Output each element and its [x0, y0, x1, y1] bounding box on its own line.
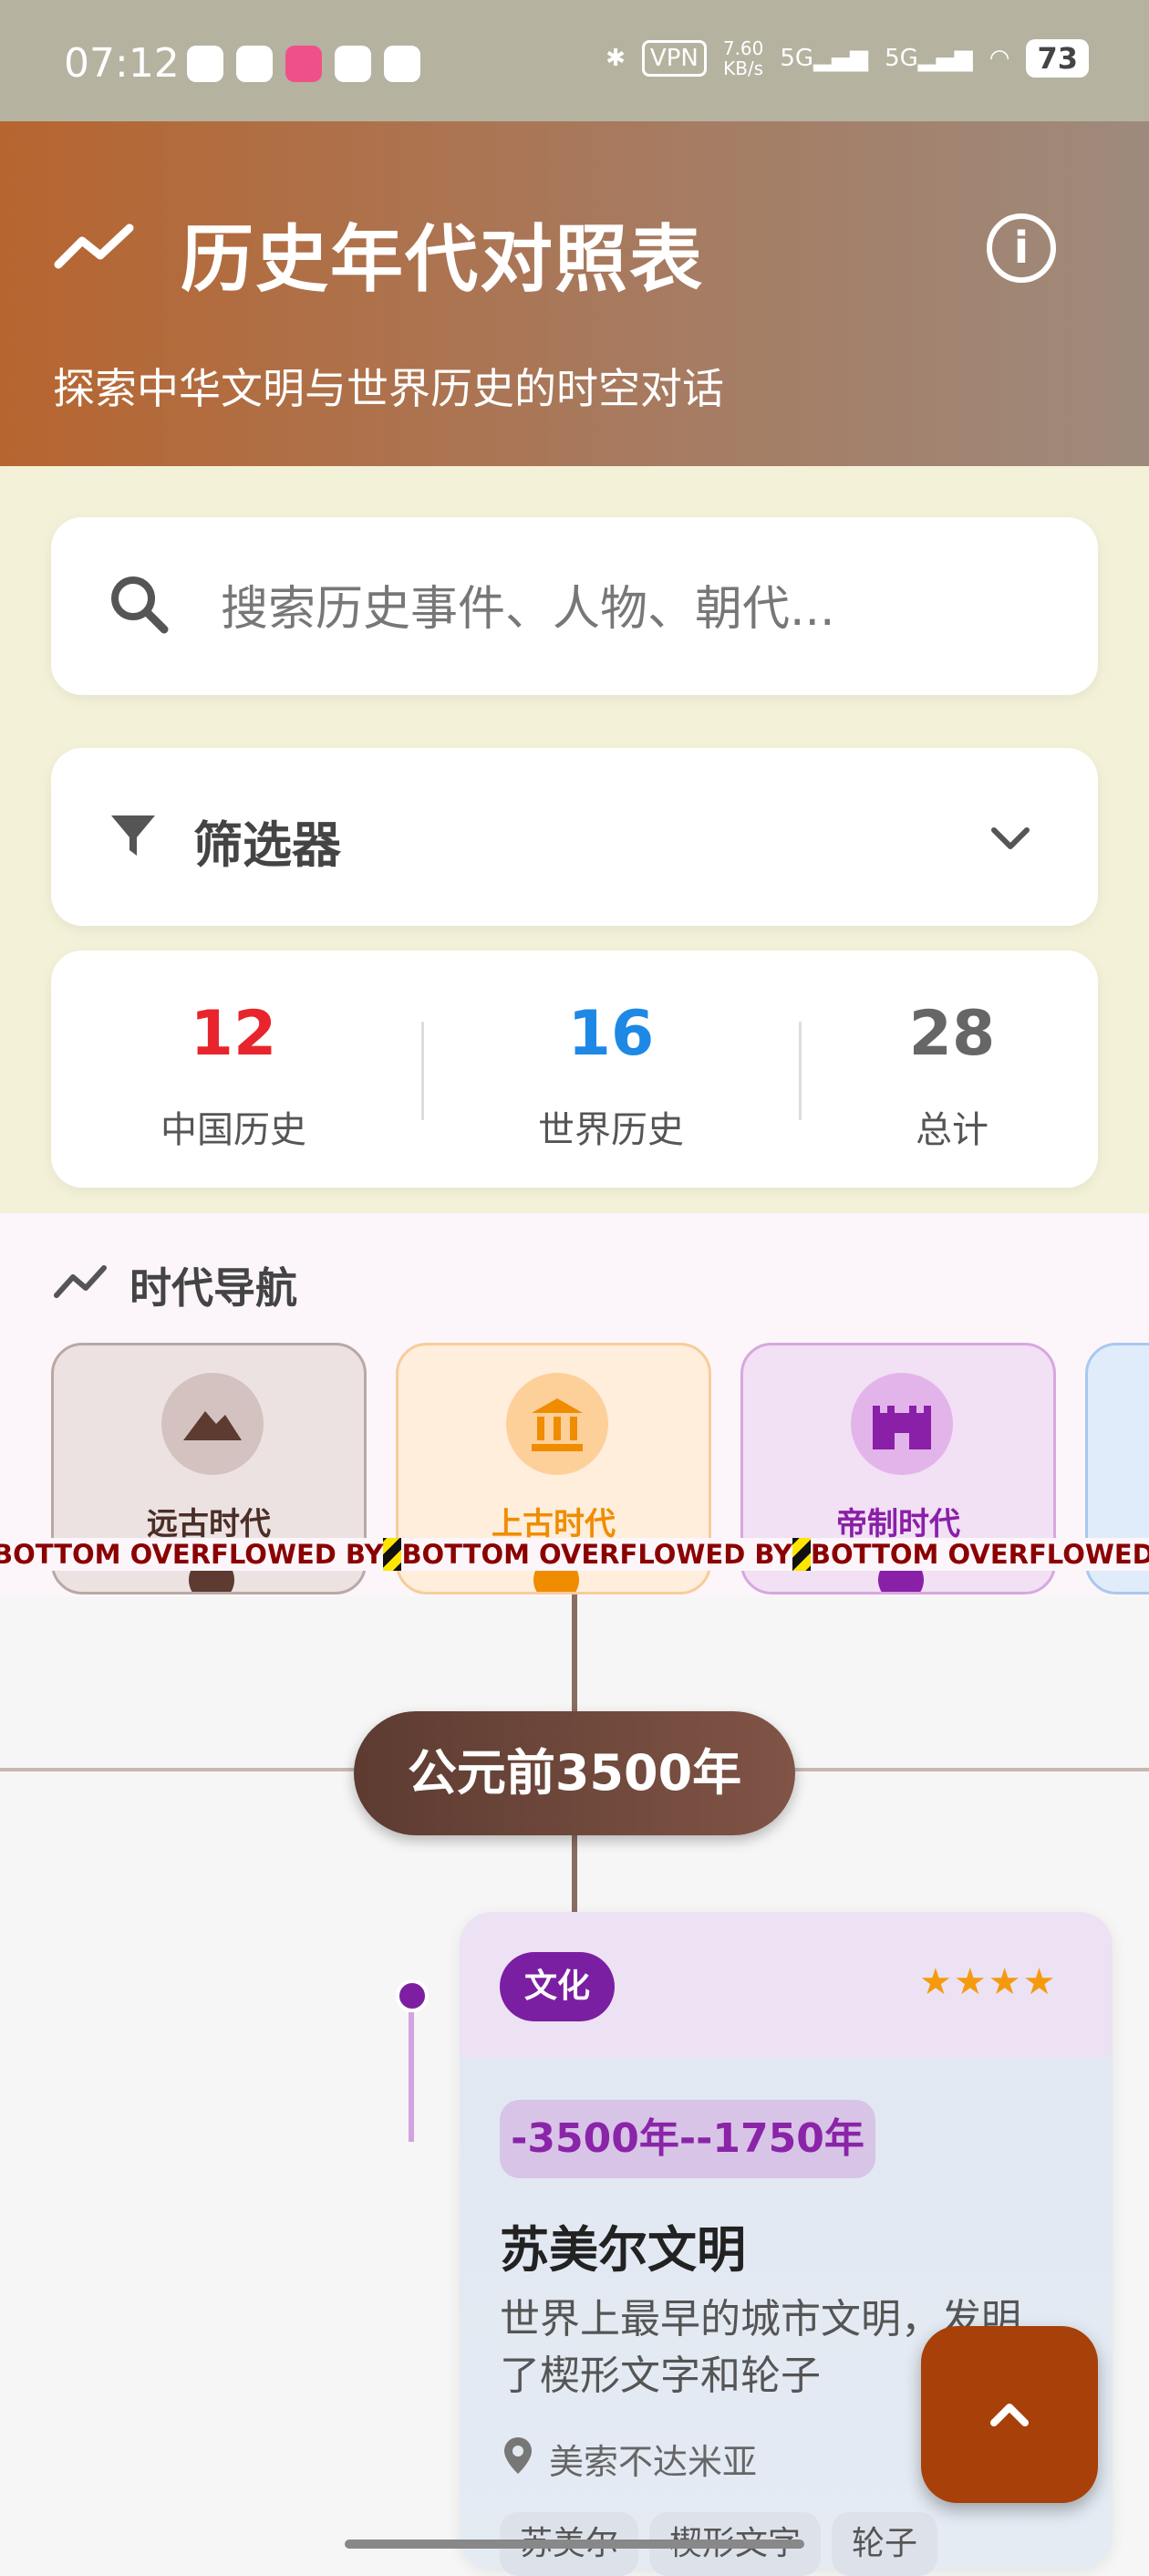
museum-icon: [506, 1373, 608, 1475]
mountain-icon: [161, 1373, 264, 1475]
timeline-dot: [396, 1979, 429, 2012]
signal-5g-2: 5G▂▄▆: [885, 45, 973, 72]
scroll-to-top-button[interactable]: [921, 2326, 1098, 2503]
chevron-up-icon: [990, 2404, 1029, 2426]
page-subtitle: 探索中华文明与世界历史的时空对话: [53, 364, 724, 413]
network-label: 5G: [885, 45, 918, 72]
network-label: 5G: [780, 45, 814, 72]
trending-icon: [54, 223, 134, 269]
filter-icon: [111, 815, 155, 856]
vpn-badge: VPN: [641, 40, 707, 77]
info-icon[interactable]: i: [987, 213, 1056, 283]
page-title: 历史年代对照表: [181, 217, 704, 302]
overflow-warning-banner: BOTTOM OVERFLOWED BY BOTTOM OVERFLOWED B…: [0, 1538, 1149, 1571]
notification-app-icon: [236, 46, 273, 82]
rating-stars: ★★★★: [919, 1961, 1058, 2003]
status-indicators: ✱ VPN 7.60 KB/s 5G▂▄▆ 5G▂▄▆ ◠ 73: [606, 38, 1089, 78]
status-time: 07:12: [64, 40, 180, 87]
status-app-icons: [187, 46, 420, 82]
location-pin-icon: [504, 2437, 532, 2474]
era-label: 帝制时代: [836, 1506, 960, 1542]
era-nav-title: 时代导航: [129, 1263, 297, 1313]
stat-world-value: 16: [567, 998, 655, 1070]
signal-5g-1: 5G▂▄▆: [780, 45, 869, 72]
overflow-text: BOTTOM OVERFLOWED BY: [810, 1538, 1149, 1571]
notification-app-icon: [187, 46, 223, 82]
era-label: 上古时代: [492, 1506, 616, 1542]
event-title: 苏美尔文明: [500, 2221, 746, 2279]
notification-app-icon: [285, 46, 322, 82]
bluetooth-icon: ✱: [606, 45, 626, 72]
stat-total-value: 28: [908, 998, 996, 1070]
network-speed: 7.60 KB/s: [723, 38, 764, 78]
stat-china-value: 12: [190, 998, 277, 1070]
wifi-icon: ◠: [989, 45, 1010, 72]
era-label: 远古时代: [147, 1506, 271, 1542]
search-input[interactable]: [219, 576, 1043, 642]
castle-icon: [851, 1373, 953, 1475]
event-date-range: -3500年--1750年: [500, 2100, 875, 2178]
event-tag: 轮子: [832, 2512, 938, 2576]
stat-china-label: 中国历史: [160, 1109, 306, 1151]
speed-value: 7.60: [722, 37, 764, 59]
category-badge: 文化: [500, 1952, 615, 2021]
filter-label: 筛选器: [193, 816, 341, 874]
search-icon: [111, 576, 169, 634]
chevron-down-icon[interactable]: [985, 812, 1036, 863]
overflow-text: BOTTOM OVERFLOWED BY: [401, 1538, 792, 1571]
event-location: 美索不达米亚: [549, 2442, 758, 2482]
timeline-connector: [409, 2012, 414, 2142]
stat-divider: [421, 1022, 424, 1120]
stat-world-label: 世界历史: [538, 1109, 684, 1151]
battery-indicator: 73: [1026, 39, 1089, 78]
notification-app-icon: [384, 46, 420, 82]
speed-unit: KB/s: [723, 57, 764, 79]
notification-app-icon: [335, 46, 371, 82]
overflow-text: BOTTOM OVERFLOWED BY: [0, 1538, 384, 1571]
stat-divider: [799, 1022, 802, 1120]
trending-icon: [54, 1265, 107, 1298]
stat-total-label: 总计: [916, 1109, 989, 1151]
home-indicator[interactable]: [345, 2540, 804, 2549]
year-marker: 公元前3500年: [354, 1711, 795, 1835]
